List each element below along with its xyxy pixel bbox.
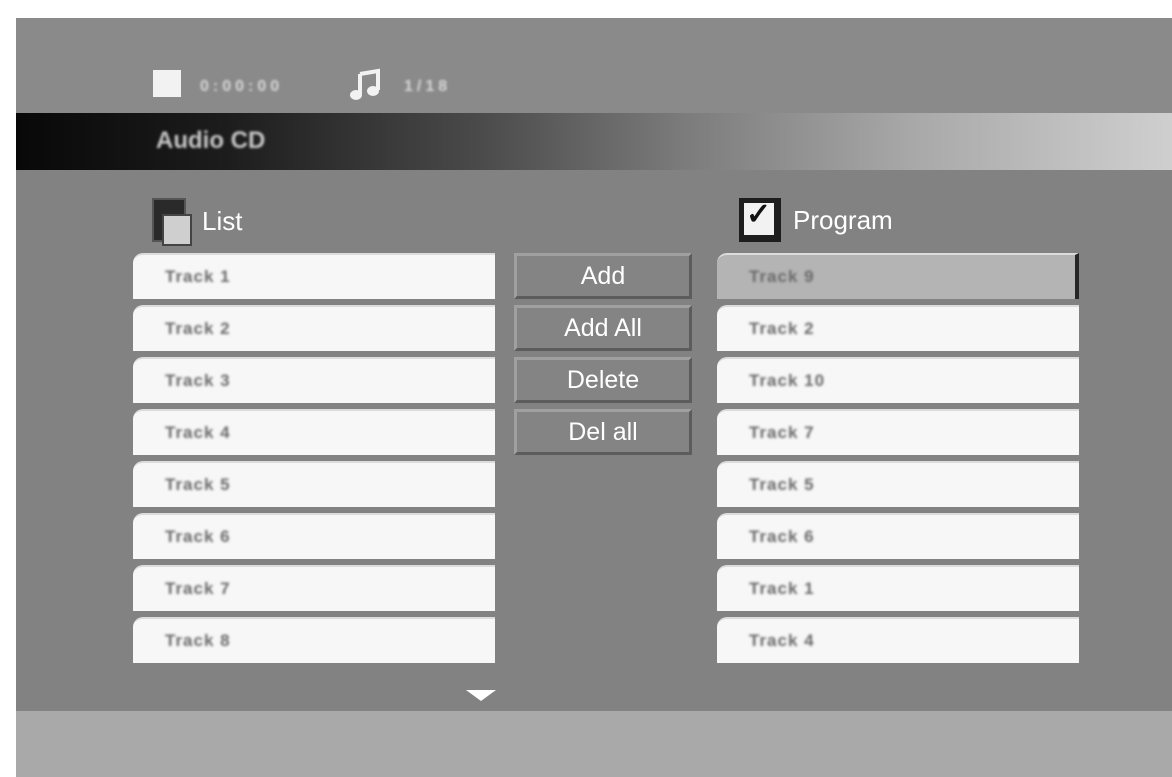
- checkbox-icon: ✓: [739, 198, 781, 242]
- program-item[interactable]: Track 10: [717, 357, 1079, 403]
- program-list: Track 9 Track 2 Track 10 Track 7 Track 5…: [717, 253, 1079, 669]
- music-note-icon: [350, 68, 380, 100]
- action-buttons: Add Add All Delete Del all: [514, 253, 692, 461]
- dvd-screen: 0:00:00 1/18 Audio CD List ✓ Program Tra…: [16, 18, 1172, 777]
- list-item[interactable]: Track 8: [133, 617, 495, 663]
- list-item[interactable]: Track 6: [133, 513, 495, 559]
- bottom-bar: [16, 711, 1172, 777]
- list-item[interactable]: Track 5: [133, 461, 495, 507]
- status-bar: 0:00:00 1/18: [16, 18, 1172, 113]
- title-bar: Audio CD: [16, 113, 1172, 170]
- delete-button[interactable]: Delete: [514, 357, 692, 403]
- list-item[interactable]: Track 2: [133, 305, 495, 351]
- list-item[interactable]: Track 3: [133, 357, 495, 403]
- track-indicator: 1/18: [404, 78, 452, 95]
- program-item[interactable]: Track 7: [717, 409, 1079, 455]
- list-header: List: [152, 198, 243, 246]
- list-item[interactable]: Track 7: [133, 565, 495, 611]
- delete-all-button[interactable]: Del all: [514, 409, 692, 455]
- add-button[interactable]: Add: [514, 253, 692, 299]
- track-list: Track 1 Track 2 Track 3 Track 4 Track 5 …: [133, 253, 495, 669]
- playback-time: 0:00:00: [200, 78, 284, 95]
- program-item[interactable]: Track 5: [717, 461, 1079, 507]
- list-icon: [152, 198, 192, 246]
- add-all-button[interactable]: Add All: [514, 305, 692, 351]
- stop-icon: [153, 70, 181, 97]
- list-header-label: List: [202, 205, 243, 236]
- program-header-label: Program: [793, 204, 893, 235]
- list-item[interactable]: Track 1: [133, 253, 495, 299]
- program-header: ✓ Program: [739, 198, 893, 242]
- list-item[interactable]: Track 4: [133, 409, 495, 455]
- program-item-selected[interactable]: Track 9: [717, 253, 1079, 299]
- disc-title: Audio CD: [156, 127, 266, 154]
- program-item[interactable]: Track 1: [717, 565, 1079, 611]
- scroll-down-icon[interactable]: [466, 690, 496, 701]
- program-item[interactable]: Track 4: [717, 617, 1079, 663]
- program-item[interactable]: Track 6: [717, 513, 1079, 559]
- program-item[interactable]: Track 2: [717, 305, 1079, 351]
